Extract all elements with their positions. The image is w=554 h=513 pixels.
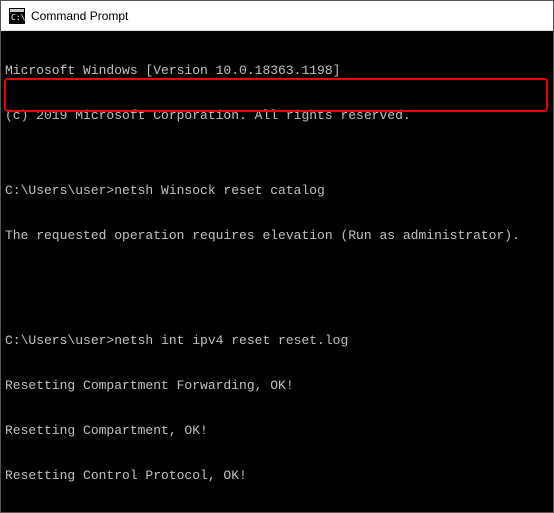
output-line: Microsoft Windows [Version 10.0.18363.11… — [5, 63, 549, 78]
window-title: Command Prompt — [31, 9, 128, 23]
output-line: (c) 2019 Microsoft Corporation. All righ… — [5, 108, 549, 123]
prompt-line: C:\Users\user>netsh Winsock reset catalo… — [5, 183, 549, 198]
terminal-output[interactable]: Microsoft Windows [Version 10.0.18363.11… — [1, 31, 553, 512]
output-line: Resetting Compartment Forwarding, OK! — [5, 378, 549, 393]
cmd-icon: C:\ — [9, 8, 25, 24]
output-line: Resetting Control Protocol, OK! — [5, 468, 549, 483]
titlebar[interactable]: C:\ Command Prompt — [1, 1, 553, 31]
prompt-line: C:\Users\user>netsh int ipv4 reset reset… — [5, 333, 549, 348]
command-prompt-window: C:\ Command Prompt Microsoft Windows [Ve… — [0, 0, 554, 513]
output-line: The requested operation requires elevati… — [5, 228, 549, 243]
svg-text:C:\: C:\ — [11, 13, 25, 22]
output-line: Resetting Compartment, OK! — [5, 423, 549, 438]
annotation-highlight — [4, 78, 548, 112]
